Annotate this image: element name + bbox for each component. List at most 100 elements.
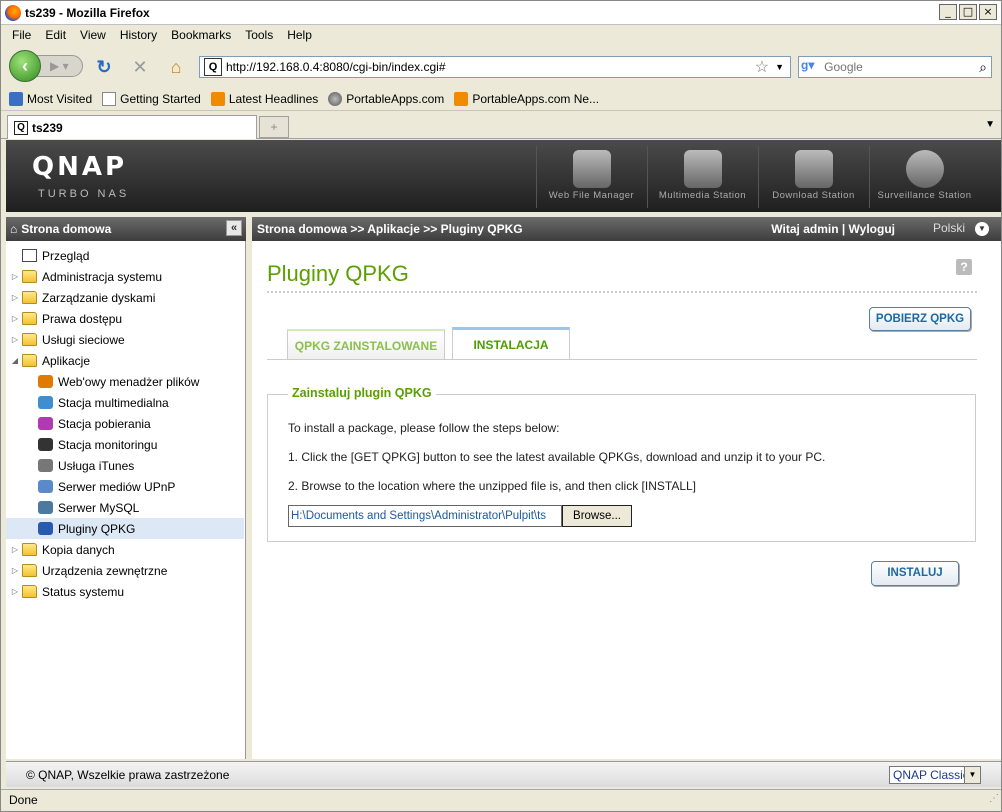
tree-item[interactable]: Stacja pobierania bbox=[6, 413, 244, 434]
main-header: Strona domowa >> Aplikacje >> Pluginy QP… bbox=[252, 217, 1001, 241]
tree-item-label: Stacja pobierania bbox=[58, 416, 151, 431]
expand-arrow-icon[interactable]: ▷ bbox=[10, 587, 20, 596]
expand-arrow-icon[interactable]: ▷ bbox=[10, 335, 20, 344]
expand-arrow-icon[interactable]: ▷ bbox=[10, 293, 20, 302]
expand-arrow-icon[interactable]: ▷ bbox=[10, 314, 20, 323]
reload-icon[interactable]: ↻ bbox=[93, 56, 115, 78]
rss-icon bbox=[454, 91, 469, 106]
search-icon[interactable]: ⌕ bbox=[979, 59, 987, 76]
tree-item-label: Usługi sieciowe bbox=[42, 332, 125, 347]
tree-item-label: Prawa dostępu bbox=[42, 311, 123, 326]
multimedia-station-link[interactable]: Multimedia Station bbox=[647, 146, 757, 208]
google-icon[interactable]: g▾ bbox=[801, 58, 824, 76]
skin-select[interactable]: QNAP Classic ▼ bbox=[889, 766, 981, 784]
tree-item[interactable]: Stacja multimedialna bbox=[6, 392, 244, 413]
tree-item[interactable]: Pluginy QPKG bbox=[6, 518, 244, 539]
bookmark-latest-headlines[interactable]: Latest Headlines bbox=[210, 91, 318, 106]
tree-item[interactable]: Web'owy menadżer plików bbox=[6, 371, 244, 392]
collapse-panel-button[interactable]: « bbox=[226, 220, 242, 236]
surveillance-station-icon bbox=[905, 150, 944, 188]
browser-window: ts239 - Mozilla Firefox _ □ × File Edit … bbox=[0, 0, 1002, 812]
status-text: Done bbox=[9, 793, 38, 807]
tab-list-icon[interactable]: ▼ bbox=[985, 119, 995, 130]
file-path-value[interactable]: H:\Documents and Settings\Administrator\… bbox=[289, 510, 561, 522]
tree-item[interactable]: Usługa iTunes bbox=[6, 455, 244, 476]
install-button[interactable]: INSTALUJ bbox=[871, 561, 959, 586]
close-button[interactable]: × bbox=[979, 4, 997, 20]
folder-icon bbox=[22, 564, 37, 577]
expand-arrow-icon[interactable]: ▷ bbox=[10, 545, 20, 554]
bookmark-most-visited[interactable]: Most Visited bbox=[9, 91, 92, 106]
maximize-button[interactable]: □ bbox=[959, 4, 977, 20]
home-icon[interactable]: ⌂ bbox=[165, 56, 187, 78]
web-file-manager-link[interactable]: Web File Manager bbox=[536, 146, 646, 208]
left-panel-title[interactable]: Strona domowa bbox=[21, 222, 111, 236]
tree-item[interactable]: ◢ Aplikacje bbox=[6, 350, 244, 371]
resize-grip-icon[interactable]: ⋰ bbox=[989, 789, 999, 809]
tab-installed[interactable]: QPKG ZAINSTALOWANE bbox=[287, 329, 445, 359]
menu-history[interactable]: History bbox=[113, 28, 164, 42]
expand-arrow-icon[interactable]: ▷ bbox=[10, 566, 20, 575]
page-icon bbox=[102, 91, 117, 106]
bookmarks-toolbar: Most Visited Getting Started Latest Head… bbox=[1, 87, 1001, 111]
tree-item[interactable]: Przegląd bbox=[6, 245, 244, 266]
menu-help[interactable]: Help bbox=[280, 28, 319, 42]
bookmark-star-icon[interactable]: ☆ bbox=[755, 57, 769, 77]
stop-icon[interactable]: ✕ bbox=[129, 56, 151, 78]
menu-edit[interactable]: Edit bbox=[38, 28, 73, 42]
language-label[interactable]: Polski bbox=[933, 221, 965, 235]
menu-view[interactable]: View bbox=[73, 28, 113, 42]
browse-button[interactable]: Browse... bbox=[562, 505, 632, 527]
url-dropdown-icon[interactable]: ▼ bbox=[775, 62, 784, 72]
tree-item[interactable]: Stacja monitoringu bbox=[6, 434, 244, 455]
menu-bookmarks[interactable]: Bookmarks bbox=[164, 28, 238, 42]
tree-item[interactable]: ▷ Prawa dostępu bbox=[6, 308, 244, 329]
expand-arrow-icon[interactable]: ▷ bbox=[10, 272, 20, 281]
app-icon bbox=[38, 501, 53, 514]
tree-item[interactable]: ▷ Zarządzanie dyskami bbox=[6, 287, 244, 308]
tree-item-label: Serwer mediów UPnP bbox=[58, 479, 176, 494]
language-dropdown-icon[interactable]: ▼ bbox=[975, 222, 989, 236]
tree-item[interactable]: ▷ Usługi sieciowe bbox=[6, 329, 244, 350]
menu-tools[interactable]: Tools bbox=[238, 28, 280, 42]
tab-installation[interactable]: INSTALACJA bbox=[452, 327, 570, 359]
tree-item-label: Przegląd bbox=[42, 248, 90, 263]
forward-button[interactable]: ▶ ▾ bbox=[37, 55, 83, 77]
address-bar[interactable]: Q http://192.168.0.4:8080/cgi-bin/index.… bbox=[199, 56, 791, 78]
search-input[interactable] bbox=[824, 60, 980, 74]
tree-item[interactable]: Serwer MySQL bbox=[6, 497, 244, 518]
file-path-field[interactable]: H:\Documents and Settings\Administrator\… bbox=[288, 505, 562, 527]
tree-item[interactable]: ▷ Administracja systemu bbox=[6, 266, 244, 287]
expand-arrow-icon[interactable]: ◢ bbox=[10, 356, 20, 365]
app-icon bbox=[38, 459, 53, 472]
surveillance-station-link[interactable]: Surveillance Station bbox=[869, 146, 979, 208]
bookmark-portableapps[interactable]: PortableApps.com bbox=[328, 91, 444, 106]
instruction-step-2: 2. Browse to the location where the unzi… bbox=[288, 479, 696, 493]
tree-item[interactable]: ▷ Status systemu bbox=[6, 581, 244, 602]
get-qpkg-button[interactable]: POBIERZ QPKG bbox=[869, 307, 971, 331]
bookmark-getting-started[interactable]: Getting Started bbox=[102, 91, 201, 106]
tree-item[interactable]: ▷ Kopia danych bbox=[6, 539, 244, 560]
welcome-logout[interactable]: Witaj admin | Wyloguj bbox=[771, 222, 895, 236]
tree-item-label: Serwer MySQL bbox=[58, 500, 140, 515]
breadcrumb[interactable]: Strona domowa >> Aplikacje >> Pluginy QP… bbox=[257, 222, 523, 236]
chevron-down-icon[interactable]: ▼ bbox=[964, 767, 980, 783]
help-icon[interactable]: ? bbox=[956, 259, 972, 275]
minimize-button[interactable]: _ bbox=[939, 4, 957, 20]
search-box[interactable]: g▾ ⌕ bbox=[798, 56, 992, 78]
browser-tab[interactable]: Q ts239 bbox=[7, 115, 257, 139]
folder-icon bbox=[22, 354, 37, 367]
page-footer: © QNAP, Wszelkie prawa zastrzeżone QNAP … bbox=[6, 761, 1001, 787]
new-tab-button[interactable]: + bbox=[259, 116, 289, 138]
status-bar: Done ⋰ bbox=[1, 789, 1001, 811]
tree-item[interactable]: Serwer mediów UPnP bbox=[6, 476, 244, 497]
tree-item-label: Web'owy menadżer plików bbox=[58, 374, 200, 389]
instruction-step-1: 1. Click the [GET QPKG] button to see th… bbox=[288, 450, 826, 464]
download-station-link[interactable]: Download Station bbox=[758, 146, 868, 208]
tree-item[interactable]: ▷ Urządzenia zewnętrzne bbox=[6, 560, 244, 581]
back-button[interactable]: ‹ bbox=[9, 50, 41, 82]
url-text[interactable]: http://192.168.0.4:8080/cgi-bin/index.cg… bbox=[226, 60, 755, 74]
menu-file[interactable]: File bbox=[5, 28, 38, 42]
bookmark-portableapps-news[interactable]: PortableApps.com Ne... bbox=[454, 91, 599, 106]
overview-icon bbox=[22, 249, 37, 262]
